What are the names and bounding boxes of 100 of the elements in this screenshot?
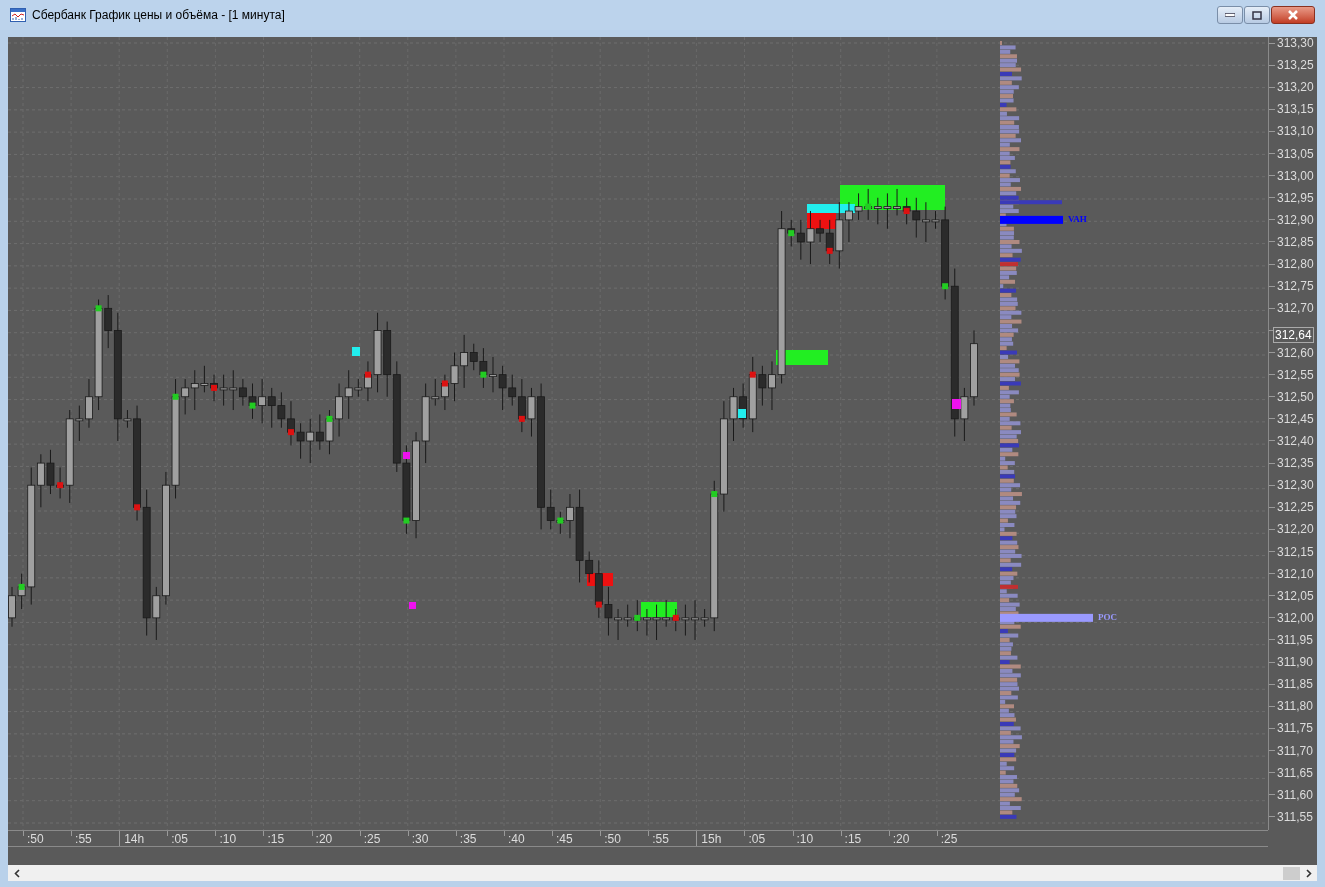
signal-marker (672, 614, 679, 621)
signal-marker (364, 371, 371, 378)
candle (248, 383, 257, 420)
price-tick-label: 312,75 (1277, 280, 1314, 293)
price-tick-label: 313,15 (1277, 103, 1314, 116)
signal-marker (952, 399, 961, 409)
candle (267, 387, 276, 429)
signal-marker (57, 482, 64, 489)
current-price-label: 312,64 (1273, 326, 1314, 343)
candle (325, 409, 334, 455)
signal-marker (865, 203, 872, 210)
time-tick-label: :55 (652, 832, 669, 845)
price-tick-label: 312,45 (1277, 412, 1314, 425)
signal-marker (409, 602, 416, 609)
time-tick-label: 15h (701, 832, 722, 845)
price-tick-label: 312,85 (1277, 236, 1314, 248)
price-tick-label: 311,95 (1277, 633, 1313, 646)
price-tick-label: 312,20 (1277, 523, 1314, 536)
signal-marker (480, 371, 487, 378)
volume-cluster-block (641, 602, 677, 617)
time-tick-label: :10 (219, 832, 237, 845)
price-tick-label: 312,60 (1277, 346, 1314, 359)
price-tick-label: 311,80 (1277, 700, 1313, 713)
time-tick-label: :55 (75, 832, 92, 845)
scrollbar-thumb[interactable] (1283, 866, 1300, 880)
candle (296, 422, 305, 460)
price-tick-label: 312,05 (1277, 589, 1314, 602)
right-chevron-icon (1305, 868, 1312, 878)
candle (873, 197, 882, 225)
price-tick-label: 313,20 (1277, 81, 1314, 94)
time-tick-label: :25 (363, 832, 381, 845)
price-tick-label: 312,10 (1277, 567, 1314, 580)
time-tick-label: :15 (267, 832, 285, 845)
minimize-icon (1225, 13, 1235, 17)
candle (681, 604, 690, 637)
signal-marker (172, 393, 179, 400)
price-tick-label: 311,75 (1277, 722, 1313, 735)
price-tick-label: 312,30 (1277, 479, 1314, 492)
time-tick-label: :50 (27, 832, 44, 845)
signal-marker (942, 283, 949, 290)
signal-marker (903, 208, 910, 215)
candle (662, 599, 671, 628)
signal-marker (738, 409, 746, 418)
price-tick-label: 311,85 (1277, 678, 1313, 691)
time-tick-label: :50 (604, 832, 621, 845)
candle (623, 604, 632, 628)
signal-marker (211, 384, 217, 391)
price-tick-label: 312,55 (1277, 368, 1314, 381)
chart-app-icon (10, 8, 26, 22)
candle (450, 352, 459, 402)
signal-marker (634, 614, 641, 621)
signal-marker (403, 452, 410, 459)
signal-marker (749, 371, 756, 378)
time-tick-label: :30 (411, 832, 429, 845)
price-tick-label: 311,90 (1277, 656, 1313, 669)
signal-marker (711, 491, 718, 498)
price-tick-label: 312,90 (1277, 213, 1314, 226)
price-tick-label: 312,25 (1277, 501, 1314, 514)
signal-marker (288, 429, 294, 436)
signal-marker (352, 347, 360, 356)
profile-marker-label: VAH (1068, 214, 1087, 224)
signal-marker (326, 415, 333, 422)
price-tick-label: 311,70 (1277, 744, 1313, 757)
time-tick-label: :05 (171, 832, 188, 845)
time-tick-label: :20 (315, 832, 333, 845)
price-tick-label: 312,40 (1277, 434, 1314, 447)
left-chevron-icon (13, 868, 20, 878)
price-tick-label: 311,60 (1277, 788, 1313, 801)
candle (498, 365, 507, 411)
candle (883, 192, 892, 230)
price-tick-label: 313,30 (1277, 37, 1314, 49)
time-tick-label: :20 (892, 832, 910, 845)
minimize-button[interactable] (1217, 6, 1243, 24)
price-tick-label: 312,00 (1277, 611, 1314, 624)
price-tick-label: 313,05 (1277, 147, 1314, 160)
signal-marker (95, 305, 102, 312)
price-tick-label: 313,10 (1277, 125, 1314, 138)
close-button[interactable] (1271, 6, 1315, 24)
time-tick-label: :15 (844, 832, 862, 845)
time-tick-label: :10 (796, 832, 814, 845)
price-tick-label: 312,70 (1277, 302, 1314, 315)
signal-marker (249, 402, 256, 409)
profile-marker-label: POC (1098, 612, 1117, 622)
candle (306, 418, 315, 464)
price-tick-label: 312,50 (1277, 390, 1314, 403)
candle (315, 413, 324, 451)
price-tick-label: 312,80 (1277, 258, 1314, 271)
maximize-button[interactable] (1244, 6, 1270, 24)
signal-marker (441, 380, 448, 387)
price-tick-label: 312,35 (1277, 457, 1314, 470)
time-tick-label: :05 (748, 832, 766, 845)
signal-marker (403, 517, 410, 524)
signal-marker (518, 415, 525, 422)
close-icon (1287, 10, 1299, 20)
signal-marker (18, 583, 25, 590)
candle (277, 391, 286, 429)
price-tick-label: 312,95 (1277, 191, 1314, 204)
window-title: Сбербанк График цены и объёма - [1 минута] (32, 7, 285, 24)
signal-marker (788, 230, 795, 237)
signal-marker (826, 247, 833, 254)
